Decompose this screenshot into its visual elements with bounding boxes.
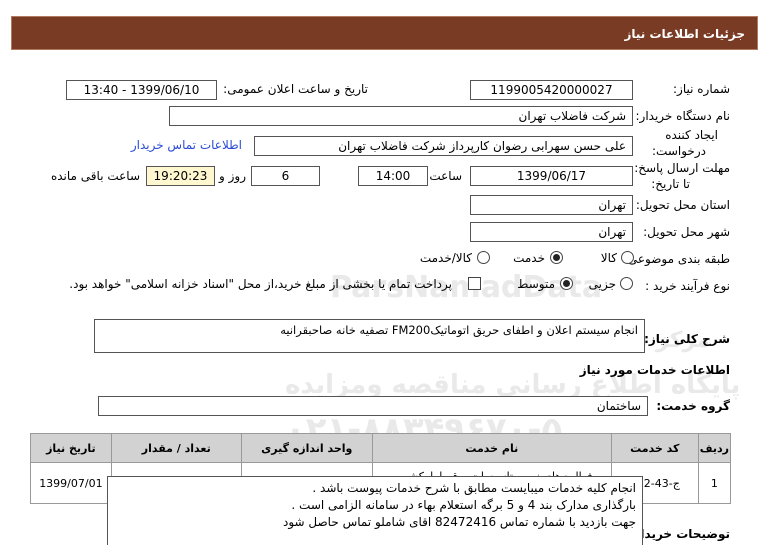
buyer-notes-line: بارگذاری مدارک بند 4 و 5 برگه استعلام به…: [291, 498, 636, 512]
announce-field: 1399/06/10 - 13:40: [66, 80, 217, 100]
services-table-header: ردیف کد خدمت نام خدمت واحد اندازه گیری ت…: [30, 433, 732, 463]
buyer-notes-label: توضیحات خریدار:: [628, 527, 730, 541]
process-radio-medium[interactable]: [560, 277, 573, 290]
days-label: روز و: [219, 169, 246, 183]
page-title: جزئیات اطلاعات نیاز: [624, 27, 745, 41]
buyer-notes-line: جهت بازدید با شماره تماس 82472416 اقای ش…: [282, 515, 636, 529]
buyer-label: نام دستگاه خریدار:: [635, 109, 731, 123]
category-label: طبقه بندی موضوعی:: [623, 252, 730, 266]
treasury-payment-checkbox[interactable]: [468, 277, 481, 290]
category-radio-goods-service[interactable]: [477, 251, 490, 264]
remaining-time-label: ساعت باقی مانده: [50, 169, 140, 183]
service-group-field: ساختمان: [98, 396, 648, 416]
city-label: شهر محل تحویل:: [643, 225, 730, 239]
days-remaining-field: 6: [251, 166, 320, 186]
col-service-code: کد خدمت: [610, 433, 699, 463]
process-option-medium: متوسط: [517, 277, 555, 291]
deadline-label-line2: تا تاریخ:: [651, 177, 690, 191]
category-radio-goods[interactable]: [621, 251, 634, 264]
summary-label: شرح کلی نیاز:: [644, 332, 730, 346]
requester-field: علی حسن سهرابی رضوان کارپرداز شرکت فاضلا…: [254, 136, 633, 156]
announce-label: تاریخ و ساعت اعلان عمومی:: [223, 82, 368, 96]
category-option-service: خدمت: [513, 251, 545, 265]
buyer-field: شرکت فاضلاب تهران: [169, 106, 633, 126]
buyer-notes-line: انجام کلیه خدمات میبایست مطابق با شرح خد…: [312, 481, 636, 495]
deadline-label-line1: مهلت ارسال پاسخ:: [634, 161, 730, 175]
requester-label-line1: ایجاد کننده: [665, 128, 718, 142]
category-radio-service[interactable]: [550, 251, 563, 264]
summary-box: انجام سیستم اعلان و اطفای حریق اتوماتیکF…: [94, 319, 645, 353]
buyer-contact-link[interactable]: اطلاعات تماس خریدار: [131, 138, 242, 152]
province-field: تهران: [470, 195, 633, 215]
cell-need-date: 1399/07/01: [30, 462, 112, 504]
treasury-payment-note: پرداخت تمام یا بخشی از مبلغ خرید،از محل …: [69, 277, 452, 291]
process-option-minor: جزیی: [588, 277, 616, 291]
col-service-name: نام خدمت: [371, 433, 612, 463]
page-header: جزئیات اطلاعات نیاز: [11, 16, 758, 50]
category-option-goods-service: کالا/خدمت: [419, 251, 472, 265]
col-row: ردیف: [697, 433, 732, 463]
deadline-date-field: 1399/06/17: [470, 166, 633, 186]
services-section-title: اطلاعات خدمات مورد نیاز: [579, 363, 730, 377]
province-label: استان محل تحویل:: [635, 198, 730, 212]
process-radio-minor[interactable]: [620, 277, 633, 290]
need-number-label: شماره نیاز:: [673, 82, 730, 96]
buyer-notes-box: انجام کلیه خدمات میبایست مطابق با شرح خد…: [107, 476, 643, 545]
col-need-date: تاریخ نیاز: [30, 433, 112, 463]
summary-text: انجام سیستم اعلان و اطفای حریق اتوماتیکF…: [280, 323, 638, 337]
col-unit: واحد اندازه گیری: [240, 433, 373, 463]
city-field: تهران: [470, 222, 633, 242]
requester-label-line2: درخواست:: [652, 144, 706, 158]
deadline-time-label: ساعت: [429, 169, 462, 183]
col-quantity: تعداد / مقدار: [110, 433, 242, 463]
cell-row: 1: [697, 462, 732, 504]
deadline-time-field: 14:00: [358, 166, 428, 186]
category-option-goods: کالا: [600, 251, 617, 265]
process-label: نوع فرآیند خرید :: [645, 279, 730, 293]
service-group-label: گروه خدمت:: [656, 399, 730, 413]
remaining-time-field: 19:20:23: [146, 166, 215, 186]
need-number-field: 1199005420000027: [470, 80, 633, 100]
